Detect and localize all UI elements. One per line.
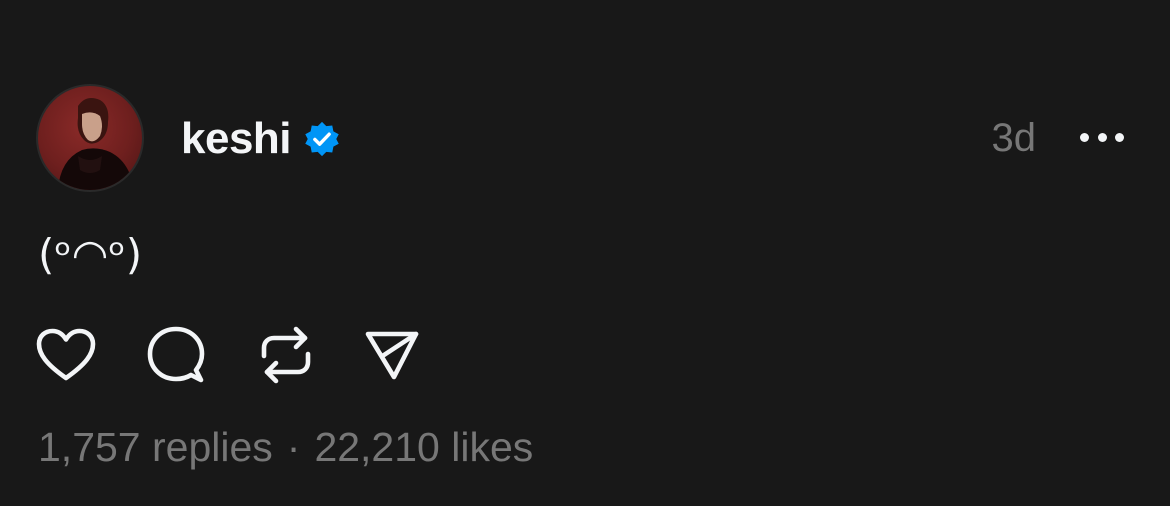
post-text: (ᵒ◠ᵒ) (38, 230, 143, 279)
more-dot (1115, 132, 1124, 142)
like-button[interactable] (36, 325, 96, 385)
stats-separator: · (286, 424, 301, 470)
repost-icon (261, 326, 311, 384)
avatar[interactable] (36, 84, 144, 192)
send-icon (365, 331, 419, 380)
likes-count[interactable]: 22,210 likes (314, 424, 533, 470)
avatar-image (58, 98, 134, 190)
more-dot (1080, 132, 1089, 142)
author-row: keshi (181, 112, 341, 166)
verified-badge-icon (303, 120, 341, 158)
more-dot (1097, 132, 1107, 142)
share-button[interactable] (362, 325, 422, 385)
post-time: 3d (991, 116, 1037, 160)
heart-icon (36, 328, 96, 381)
more-horizontal-icon[interactable] (1080, 122, 1124, 152)
comment-icon (147, 326, 205, 383)
username[interactable]: keshi (181, 114, 292, 164)
repost-button[interactable] (256, 325, 316, 385)
replies-count[interactable]: 1,757 replies (38, 424, 273, 470)
reply-button[interactable] (146, 325, 206, 385)
post-stats: 1,757 replies · 22,210 likes (38, 424, 533, 471)
